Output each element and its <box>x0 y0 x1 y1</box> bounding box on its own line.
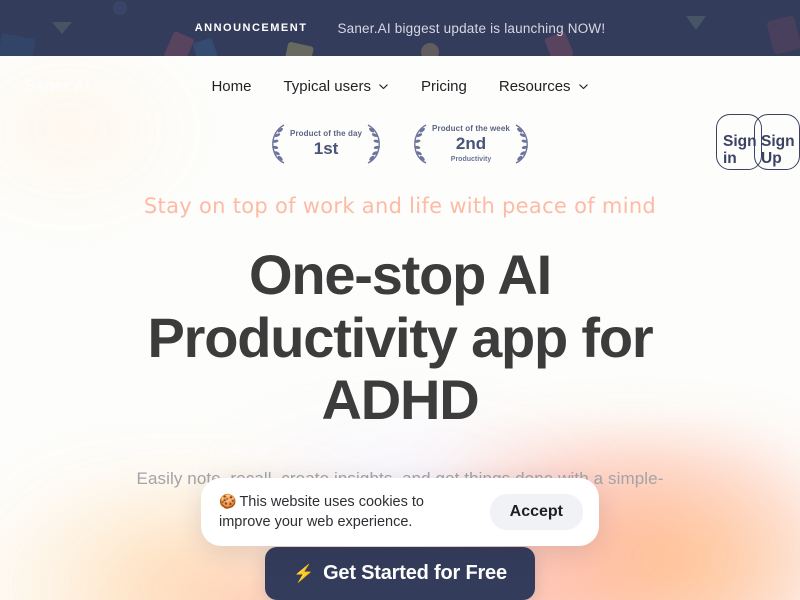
get-started-button-label: Get Started for Free <box>323 561 507 584</box>
main-navigation: Saner.AI Home Typical users Pricing Reso… <box>0 56 800 170</box>
nav-item-typical-users-label: Typical users <box>283 77 371 95</box>
nav-item-home[interactable]: Home <box>211 78 251 95</box>
laurel-right-icon <box>367 124 380 164</box>
announcement-bar[interactable]: ANNOUNCEMENT Saner.AI biggest update is … <box>0 0 800 56</box>
award-badges: Product of the day 1st Product of the we… <box>0 122 800 166</box>
nav-item-typical-users[interactable]: Typical users <box>283 78 389 95</box>
badge-rank: 2nd <box>455 134 487 154</box>
cookie-banner-message: This website uses cookies to improve you… <box>219 494 424 530</box>
cookie-consent-banner: 🍪 This website uses cookies to improve yo… <box>201 478 599 546</box>
cta-wrapper: ⚡ Get Started for Free <box>0 546 800 600</box>
laurel-left-icon <box>272 124 285 164</box>
hero-tagline: Stay on top of work and life with peace … <box>143 194 657 218</box>
badge-category: Productivity <box>450 155 492 163</box>
announcement-message: Saner.AI biggest update is launching NOW… <box>337 20 606 36</box>
badge-title: Product of the day <box>290 128 363 138</box>
chevron-down-icon <box>578 81 589 92</box>
cookie-icon: 🍪 <box>219 493 237 509</box>
badge-product-of-the-day[interactable]: Product of the day 1st <box>268 122 384 166</box>
laurel-right-icon <box>515 124 528 164</box>
laurel-left-icon <box>414 124 427 164</box>
badge-title: Product of the week <box>432 123 510 133</box>
badge-product-of-the-week[interactable]: Product of the week 2nd Productivity <box>410 122 532 166</box>
nav-item-resources[interactable]: Resources <box>499 78 589 95</box>
nav-links: Home Typical users Pricing Resources <box>211 78 588 95</box>
hero-headline: One-stop AI Productivity app for ADHD <box>147 243 654 432</box>
lightning-bolt-icon: ⚡ <box>293 563 315 583</box>
sign-up-button[interactable]: Sign Up <box>754 114 800 170</box>
badge-product-of-the-day-text: Product of the day 1st <box>290 128 363 159</box>
nav-item-pricing[interactable]: Pricing <box>421 78 467 95</box>
badge-product-of-the-week-text: Product of the week 2nd Productivity <box>432 123 510 164</box>
cookie-banner-message-wrap: 🍪 This website uses cookies to improve yo… <box>219 492 459 532</box>
nav-item-resources-label: Resources <box>498 77 571 95</box>
cookie-accept-button[interactable]: Accept <box>489 494 583 530</box>
auth-buttons: Sign in Sign Up <box>716 114 800 170</box>
announcement-label: ANNOUNCEMENT <box>194 22 308 34</box>
nav-item-home-label: Home <box>211 77 252 95</box>
badge-rank: 1st <box>313 139 339 159</box>
nav-item-pricing-label: Pricing <box>421 77 467 95</box>
chevron-down-icon <box>378 81 389 92</box>
brand-logo[interactable]: Saner.AI <box>24 76 90 96</box>
get-started-button[interactable]: ⚡ Get Started for Free <box>265 546 535 600</box>
